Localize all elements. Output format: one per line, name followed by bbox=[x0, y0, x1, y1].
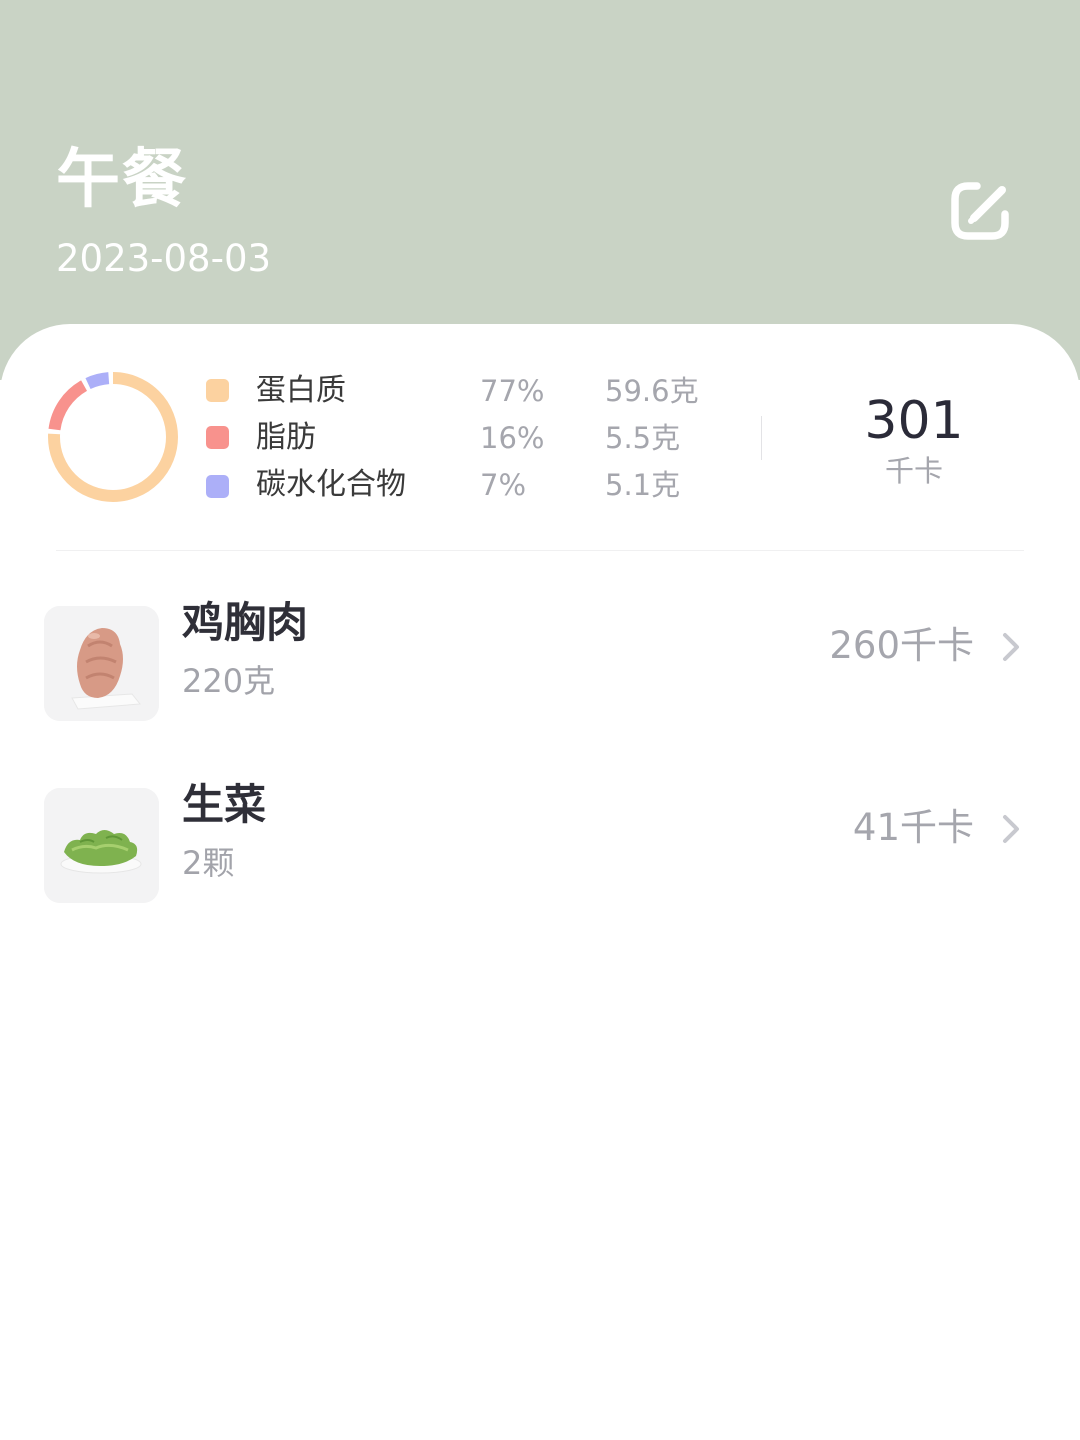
protein-amount: 59.6克 bbox=[605, 374, 699, 408]
protein-percent: 77% bbox=[480, 374, 545, 408]
food-amount: 220克 bbox=[182, 662, 276, 700]
total-calories-value: 301 bbox=[864, 391, 964, 451]
fat-amount: 5.5克 bbox=[605, 421, 681, 455]
carbs-label: 碳水化合物 bbox=[256, 467, 406, 502]
total-calories-unit: 千卡 bbox=[884, 454, 943, 488]
meal-date: 2023-08-03 bbox=[56, 237, 272, 280]
chevron-right-icon bbox=[1003, 815, 1019, 843]
food-item-chicken-breast[interactable]: 鸡胸肉 220克 260千卡 bbox=[0, 588, 1080, 728]
food-calories: 260千卡 bbox=[829, 624, 974, 667]
carbs-amount: 5.1克 bbox=[605, 468, 681, 502]
chevron-right-icon bbox=[1003, 633, 1019, 661]
protein-legend-dot bbox=[206, 379, 229, 402]
carbs-legend-dot bbox=[206, 475, 229, 498]
carbs-percent: 7% bbox=[480, 468, 527, 502]
lettuce-image bbox=[44, 788, 159, 903]
edit-button[interactable] bbox=[944, 174, 1018, 248]
food-name: 鸡胸肉 bbox=[182, 598, 309, 647]
food-amount: 2颗 bbox=[182, 844, 235, 882]
fat-percent: 16% bbox=[480, 421, 545, 455]
edit-icon bbox=[951, 182, 1009, 240]
protein-label: 蛋白质 bbox=[256, 373, 346, 408]
section-divider bbox=[56, 550, 1024, 551]
food-calories: 41千卡 bbox=[852, 806, 974, 849]
summary-divider bbox=[761, 416, 762, 460]
meal-title: 午餐 bbox=[56, 143, 188, 217]
fat-legend-dot bbox=[206, 426, 229, 449]
macro-donut-chart bbox=[48, 372, 178, 502]
food-item-lettuce[interactable]: 生菜 2颗 41千卡 bbox=[0, 770, 1080, 910]
food-name: 生菜 bbox=[182, 780, 267, 829]
chicken-breast-image bbox=[44, 606, 159, 721]
fat-label: 脂肪 bbox=[256, 420, 316, 455]
